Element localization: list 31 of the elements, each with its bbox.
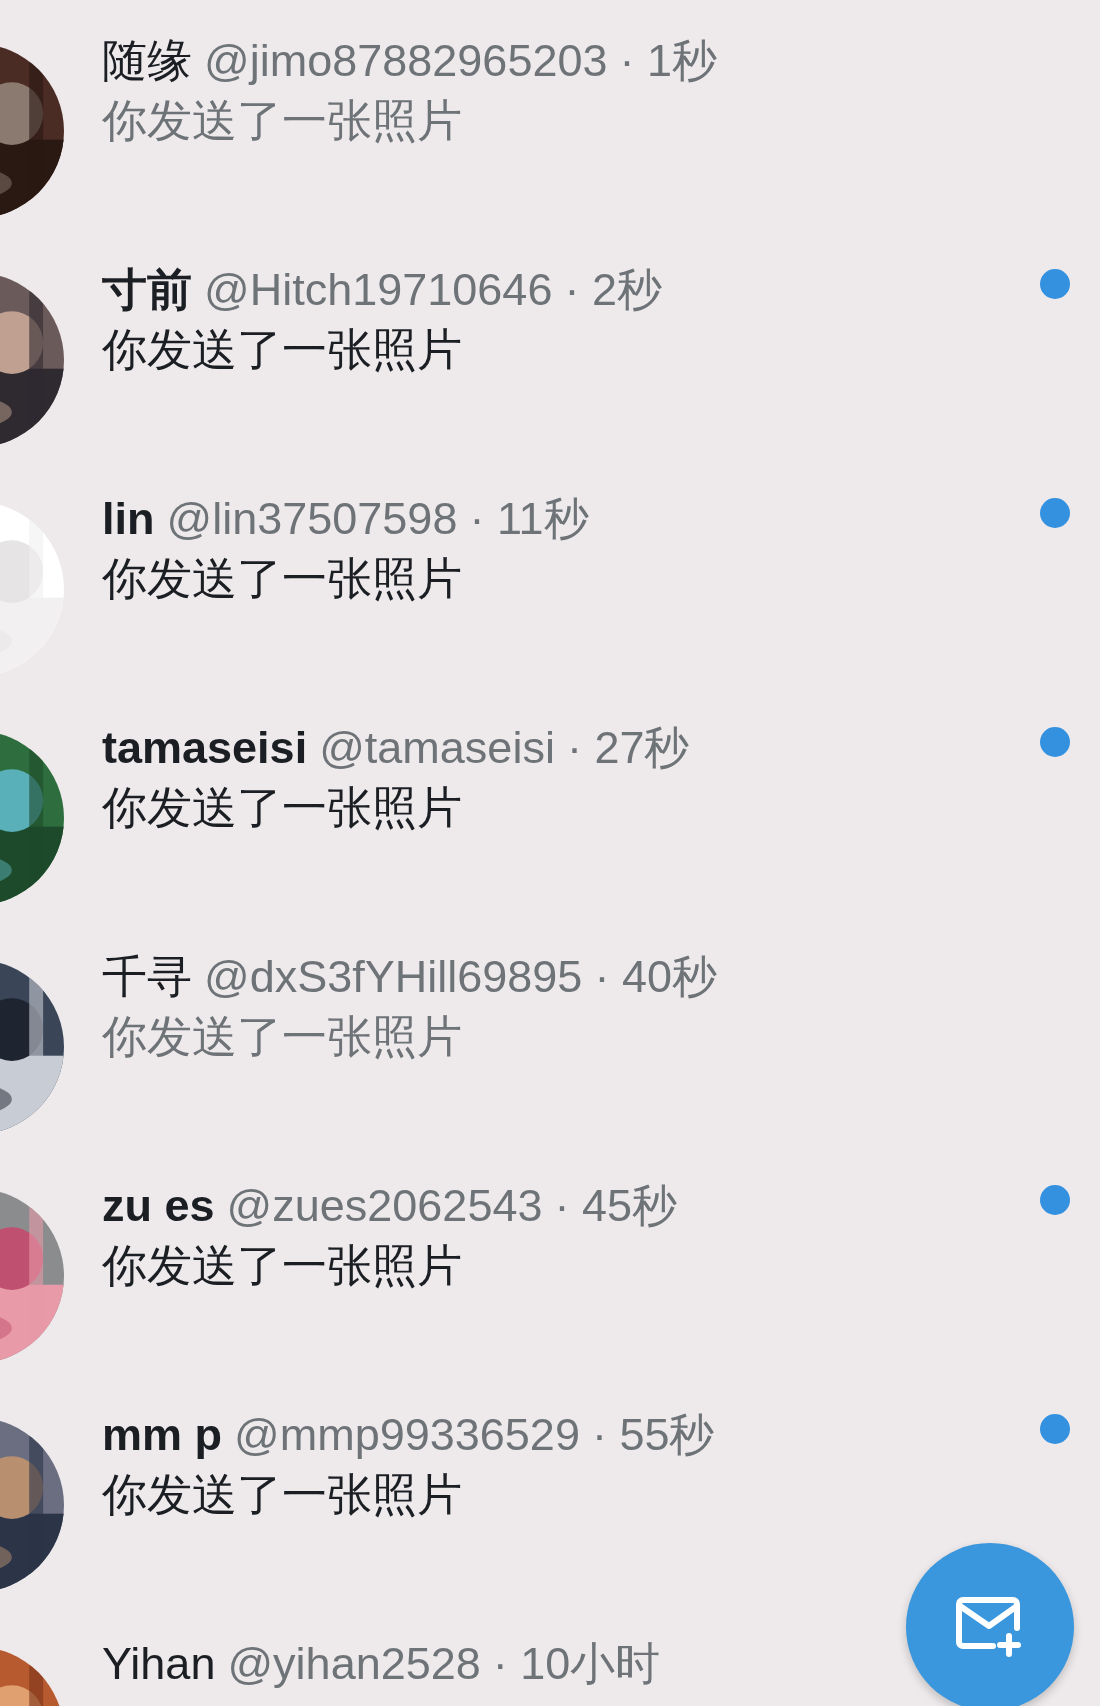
timestamp: · 40秒	[594, 950, 717, 1004]
user-name: 随缘	[102, 34, 192, 88]
user-name: mm p	[102, 1408, 222, 1462]
timestamp: · 27秒	[566, 721, 690, 775]
user-handle: @lin37507598	[166, 492, 458, 546]
message-preview: 你发送了一张照片	[102, 323, 462, 377]
user-handle: @Hitch19710646	[204, 263, 553, 317]
message-preview: 你发送了一张照片	[102, 781, 462, 835]
user-name: zu es	[102, 1179, 215, 1233]
user-name: tamaseisi	[102, 721, 308, 775]
timestamp: · 11秒	[469, 492, 589, 546]
timestamp: · 45秒	[554, 1179, 678, 1233]
timestamp: · 2秒	[564, 263, 662, 317]
timestamp: · 55秒	[591, 1408, 715, 1462]
user-name: lin	[102, 492, 155, 546]
message-preview: 你发送了一张照片	[102, 94, 462, 148]
user-handle: @dxS3fYHill69895	[204, 950, 583, 1004]
timestamp: · 10小时	[492, 1637, 661, 1691]
user-handle: @mmp99336529	[234, 1408, 580, 1462]
user-handle: @zues2062543	[226, 1179, 543, 1233]
user-name: 寸前	[102, 263, 192, 317]
user-name: Yihan	[102, 1637, 216, 1691]
message-preview: 你发送了一张照片	[102, 1010, 462, 1064]
user-name: 千寻	[102, 950, 192, 1004]
message-preview: 你发送了一张照片	[102, 1468, 462, 1522]
timestamp: · 1秒	[619, 34, 717, 88]
message-preview: 你发送了一张照片	[102, 552, 462, 606]
user-handle: @tamaseisi	[319, 721, 555, 775]
user-handle: @yihan2528	[227, 1637, 481, 1691]
message-preview: 你发送了一张照片	[102, 1239, 462, 1293]
user-handle: @jimo87882965203	[204, 34, 608, 88]
